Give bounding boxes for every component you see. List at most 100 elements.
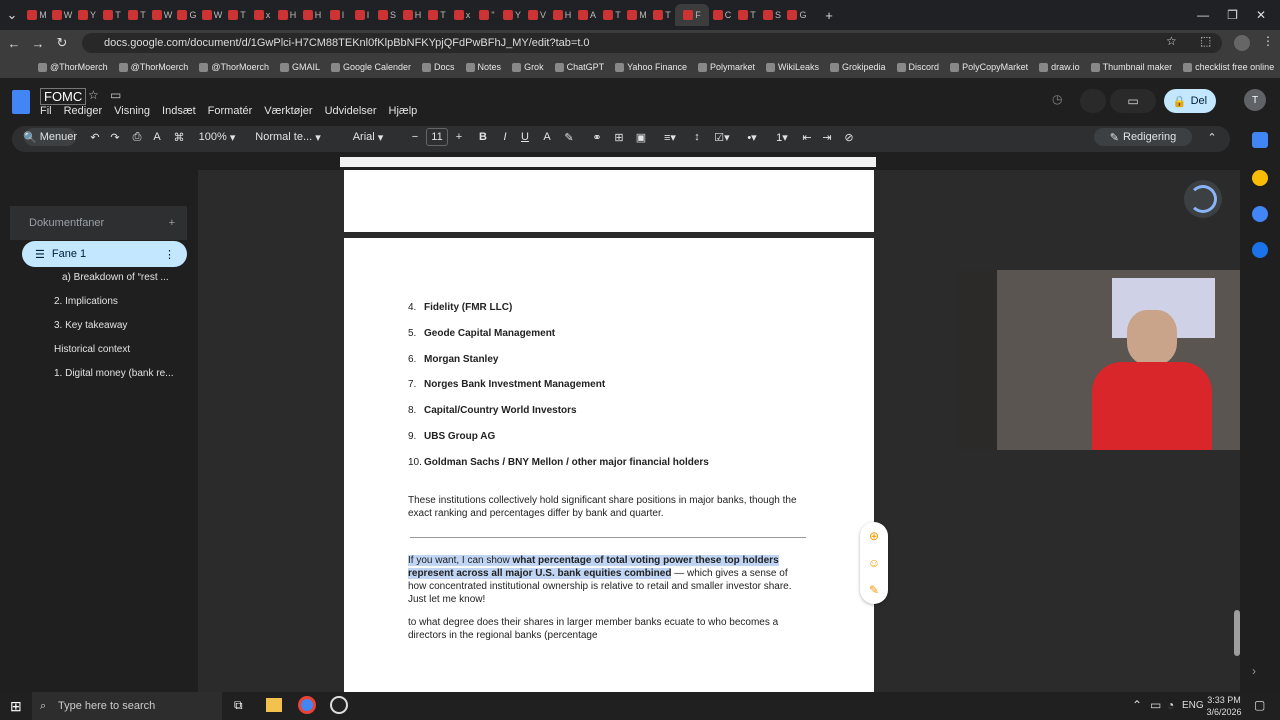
contacts-icon[interactable] [1252, 242, 1268, 258]
browser-tab[interactable]: Y [500, 4, 524, 26]
bookmark-item[interactable]: Grokipedia [830, 62, 886, 72]
tab-fane-1[interactable]: ☰ Fane 1 ⋮ [22, 241, 187, 267]
network-icon[interactable]: ◔ [1167, 698, 1174, 712]
font-size-input[interactable]: 11 [426, 128, 448, 146]
browser-tab[interactable]: I [350, 4, 374, 26]
browser-tab[interactable]: W [200, 4, 224, 26]
star-icon[interactable]: ☆ [88, 88, 99, 102]
battery-icon[interactable]: ▭ [1150, 698, 1161, 712]
browser-tab[interactable]: G [175, 4, 199, 26]
bookmark-item[interactable]: Polymarket [697, 62, 755, 72]
bookmark-item[interactable]: @ThorMoerch [118, 62, 188, 72]
bookmark-item[interactable]: Thumbnail maker [1090, 62, 1172, 72]
profile-avatar[interactable] [1234, 35, 1250, 51]
browser-tab[interactable]: T [125, 4, 149, 26]
decrease-indent-icon[interactable]: ⇤ [800, 128, 814, 146]
list-item[interactable]: 10. Goldman Sachs / BNY Mellon / other ma… [408, 457, 709, 468]
browser-tab[interactable]: T [100, 4, 124, 26]
forward-button[interactable]: → [26, 36, 50, 51]
extensions-icon[interactable]: ⬚ [1200, 34, 1211, 48]
list-item[interactable]: 9. UBS Group AG [408, 431, 495, 442]
menu-item[interactable]: Formatér [208, 105, 253, 117]
file-explorer-icon[interactable] [266, 698, 282, 712]
browser-tab[interactable]: W [150, 4, 174, 26]
browser-tab[interactable]: H [275, 4, 299, 26]
outline-item[interactable]: a) Breakdown of “rest ... [62, 272, 169, 283]
menus-button[interactable]: 🔍 Menuer [23, 128, 77, 146]
browser-tab[interactable]: M [625, 4, 649, 26]
account-avatar[interactable]: T [1244, 89, 1266, 111]
emoji-reaction-icon[interactable]: ☺ [868, 556, 880, 570]
assistant-orb[interactable] [1184, 180, 1222, 218]
bookmark-star-icon[interactable]: ☆ [1166, 34, 1177, 48]
tab-options-icon[interactable]: ⋮ [164, 248, 175, 261]
taskbar-search[interactable]: ⌕ Type here to search [32, 692, 222, 720]
underline-icon[interactable]: U [518, 128, 532, 146]
browser-menu-icon[interactable]: ⋮ [1262, 34, 1274, 48]
menu-item[interactable]: Rediger [64, 105, 103, 117]
decrease-font-icon[interactable]: − [408, 128, 422, 146]
add-tab-icon[interactable]: + [169, 217, 175, 229]
browser-tab[interactable]: G [785, 4, 809, 26]
bookmark-item[interactable]: Notes [465, 62, 501, 72]
bullet-list-icon[interactable]: •▾ [740, 128, 764, 146]
browser-tab[interactable]: A [575, 4, 599, 26]
meet-icon[interactable]: ▭ [1110, 89, 1156, 113]
browser-tab[interactable]: " [475, 4, 499, 26]
bookmark-item[interactable]: @ThorMoerch [199, 62, 269, 72]
outline-item[interactable]: 3. Key takeaway [54, 320, 127, 331]
tray-overflow-icon[interactable]: ⌃ [1132, 698, 1142, 712]
menu-item[interactable]: Fil [40, 105, 52, 117]
editing-mode-button[interactable]: ✎ Redigering [1094, 128, 1192, 146]
back-button[interactable]: ← [2, 36, 26, 51]
browser-tab[interactable]: x [450, 4, 474, 26]
menu-item[interactable]: Indsæt [162, 105, 196, 117]
bookmark-item[interactable]: checklist free online [1183, 62, 1274, 72]
list-item[interactable]: 7. Norges Bank Investment Management [408, 379, 605, 390]
add-comment-icon[interactable]: ⊞ [612, 128, 626, 146]
minimize-icon[interactable]: — [1197, 8, 1209, 22]
bookmark-item[interactable]: Yahoo Finance [615, 62, 687, 72]
paragraph-offer[interactable]: If you want, I can show what percentage … [408, 554, 808, 606]
browser-tab[interactable]: T [650, 4, 674, 26]
bookmark-item[interactable]: WikiLeaks [766, 62, 819, 72]
redo-icon[interactable]: ↷ [108, 128, 122, 146]
spellcheck-icon[interactable]: A [150, 128, 164, 146]
browser-tab[interactable]: H [400, 4, 424, 26]
suggest-edit-icon[interactable]: ✎ [869, 583, 879, 597]
menu-item[interactable]: Udvidelser [325, 105, 377, 117]
browser-tab[interactable]: x [250, 4, 274, 26]
close-window-icon[interactable]: ✕ [1256, 8, 1266, 22]
highlight-icon[interactable]: ✎ [562, 128, 576, 146]
keep-icon[interactable] [1252, 170, 1268, 186]
document-title[interactable]: FOMC [40, 88, 87, 105]
paragraph-institutions[interactable]: These institutions collectively hold sig… [408, 494, 808, 520]
new-tab-button[interactable]: + [817, 8, 841, 23]
browser-tab[interactable]: T [425, 4, 449, 26]
bookmark-item[interactable]: draw.io [1039, 62, 1080, 72]
history-icon[interactable]: ◷ [1052, 92, 1062, 106]
increase-indent-icon[interactable]: ⇥ [820, 128, 834, 146]
bookmark-item[interactable]: Google Calender [330, 62, 411, 72]
browser-tab[interactable]: S [375, 4, 399, 26]
docs-logo-icon[interactable] [12, 90, 30, 114]
outline-item[interactable]: 1. Digital money (bank re... [54, 368, 174, 379]
browser-tab[interactable]: H [550, 4, 574, 26]
add-comment-float-icon[interactable]: ⊕ [869, 529, 879, 543]
bookmark-item[interactable]: GMAIL [279, 62, 320, 72]
outline-item[interactable]: Historical context [54, 344, 130, 355]
link-icon[interactable]: ⚭ [590, 128, 604, 146]
move-folder-icon[interactable]: ▭ [110, 88, 121, 102]
bookmark-item[interactable]: Grok [512, 62, 544, 72]
browser-tab[interactable]: F [675, 4, 709, 26]
align-icon[interactable]: ≡▾ [660, 128, 680, 146]
browser-tab[interactable]: V [525, 4, 549, 26]
page-current[interactable]: 4. Fidelity (FMR LLC) 5. Geode Capital Mana… [344, 238, 874, 692]
outline-item[interactable]: 2. Implications [54, 296, 118, 307]
clock[interactable]: 3:33 PM 3/6/2026 [1206, 694, 1242, 718]
font-select[interactable]: Arial ▾ [340, 128, 396, 146]
bookmark-item[interactable]: ChatGPT [554, 62, 604, 72]
ruler-bar[interactable] [340, 157, 876, 167]
scrollbar-thumb[interactable] [1234, 610, 1240, 656]
browser-tab[interactable]: Y [75, 4, 99, 26]
